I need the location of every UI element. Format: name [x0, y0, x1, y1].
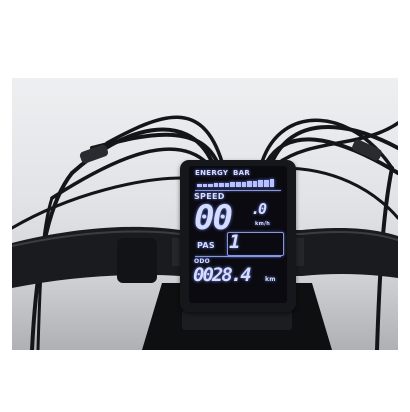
speed-decimal: .0 — [251, 200, 267, 218]
speed-unit: km/h — [255, 221, 271, 227]
divider-top — [195, 190, 281, 191]
lcd-screen: ENERGY BAR SPEED 00 .0 km/h PAS 1 ODO 00… — [189, 166, 287, 303]
left-clamp — [117, 238, 157, 283]
pas-label: PAS — [197, 241, 215, 250]
odo-value: 0028.4 — [193, 264, 252, 286]
pas-value: 1 — [229, 231, 241, 253]
bar-label: BAR — [233, 169, 251, 177]
energy-label: ENERGY — [195, 169, 229, 177]
photo-scene: ENERGY BAR SPEED 00 .0 km/h PAS 1 ODO 00… — [12, 78, 398, 350]
energy-bar — [197, 179, 275, 187]
stem-plate — [182, 310, 292, 330]
divider-bottom — [195, 256, 281, 257]
odo-unit: km — [265, 276, 276, 283]
speed-value: 00 — [194, 198, 233, 238]
